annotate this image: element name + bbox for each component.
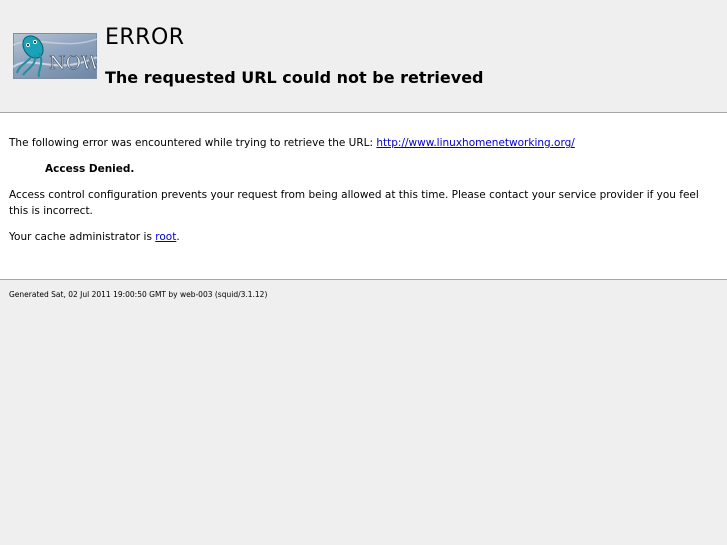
error-footer: Generated Sat, 02 Jul 2011 19:00:50 GMT … [0, 280, 727, 301]
error-header: NOW ERROR The requested URL could not be… [0, 0, 727, 113]
page-title: ERROR [105, 25, 185, 50]
intro-text: The following error was encountered whil… [9, 137, 377, 149]
error-intro: The following error was encountered whil… [9, 135, 707, 151]
admin-suffix: . [176, 231, 180, 243]
page-subtitle: The requested URL could not be retrieved [105, 68, 484, 87]
error-description: Access control configuration prevents yo… [9, 189, 699, 217]
cache-admin-link[interactable]: root [155, 231, 176, 243]
logo-now-text: NOW [49, 52, 97, 74]
cache-admin-line: Your cache administrator is root. [9, 229, 707, 245]
admin-prefix: Your cache administrator is [9, 231, 156, 243]
error-content: The following error was encountered whil… [0, 113, 727, 280]
squid-logo-icon: NOW [13, 33, 97, 79]
requested-url-link[interactable]: http://www.linuxhomenetworking.org/ [376, 137, 574, 149]
generated-info: Generated Sat, 02 Jul 2011 19:00:50 GMT … [9, 290, 268, 299]
error-name: Access Denied. [45, 163, 135, 175]
